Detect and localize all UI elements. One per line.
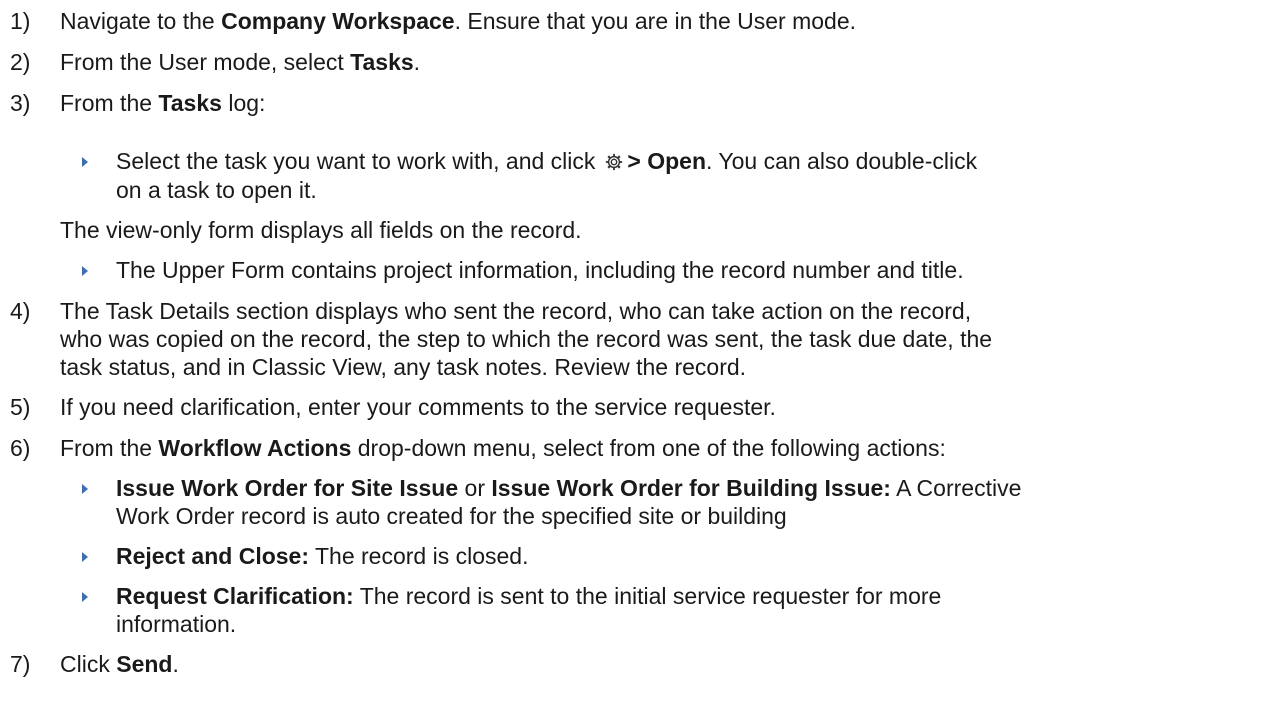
step-text: task status, and in Classic View, any ta… xyxy=(60,354,747,380)
step-text: Navigate to the Company Workspace. Ensur… xyxy=(60,7,856,35)
step-text: The Task Details section displays who se… xyxy=(60,298,972,324)
step-number: 1) xyxy=(10,8,31,34)
step-text: From the Tasks log: xyxy=(60,89,265,117)
text-run: log: xyxy=(221,90,266,116)
step-text: who was copied on the record, the step t… xyxy=(60,326,993,352)
bullet-text: Issue Work Order for Site Issue or Issue… xyxy=(116,474,1021,502)
bullet-text: Request Clarification: The record is sen… xyxy=(116,582,941,610)
text-run: The record is sent to the initial servic… xyxy=(353,583,942,609)
action-name: Request Clarification: xyxy=(116,583,354,609)
gear-icon xyxy=(606,153,623,171)
step-text: Click Send. xyxy=(60,650,179,678)
step-text: If you need clarification, enter your co… xyxy=(60,394,776,420)
workflow-actions-label: Workflow Actions xyxy=(158,435,352,461)
text-run: or xyxy=(458,475,492,501)
text-run: The record is closed. xyxy=(309,543,529,569)
action-name: Issue Work Order for Site Issue xyxy=(116,475,459,501)
bullet-triangle-icon xyxy=(82,484,88,494)
text-run: . Ensure that you are in the User mode. xyxy=(454,8,857,34)
step-number: 2) xyxy=(10,49,31,75)
bullet-text: information. xyxy=(116,611,237,637)
send-label: Send xyxy=(116,651,173,677)
bullet-triangle-icon xyxy=(82,266,88,276)
step-text: From the User mode, select Tasks. xyxy=(60,48,420,76)
text-run: A Corrective xyxy=(890,475,1022,501)
step-number: 5) xyxy=(10,394,31,420)
bullet-text: Select the task you want to work with, a… xyxy=(116,147,977,175)
bullet-triangle-icon xyxy=(82,552,88,562)
text-run: . You can also double-click xyxy=(706,148,978,174)
text-run: . xyxy=(172,651,179,677)
text-run: drop-down menu, select from one of the f… xyxy=(351,435,946,461)
text-run: From the User mode, select xyxy=(60,49,351,75)
step-number: 4) xyxy=(10,298,31,324)
text-run: . xyxy=(413,49,421,75)
bullet-text: Work Order record is auto created for th… xyxy=(116,503,787,529)
text-run: Select the task you want to work with, a… xyxy=(116,148,596,174)
text-run: From the xyxy=(60,435,159,461)
text-run-bold: Tasks xyxy=(350,49,414,75)
bullet-text: Reject and Close: The record is closed. xyxy=(116,542,528,570)
text-run: From the xyxy=(60,90,159,116)
step-text: From the Workflow Actions drop-down menu… xyxy=(60,434,946,462)
bullet-triangle-icon xyxy=(82,592,88,602)
step-number: 7) xyxy=(10,651,31,677)
step-number: 6) xyxy=(10,435,31,461)
action-name: Issue Work Order for Building Issue: xyxy=(491,475,891,501)
bullet-text: on a task to open it. xyxy=(116,177,317,203)
open-menu-path: > Open xyxy=(627,148,706,174)
text-run: Navigate to the xyxy=(60,8,222,34)
bullet-text: The Upper Form contains project informat… xyxy=(116,257,964,283)
text-run-bold: Company Workspace xyxy=(221,8,455,34)
step-number: 3) xyxy=(10,90,31,116)
text-run-bold: Tasks xyxy=(158,90,222,116)
procedure-document: 1) Navigate to the Company Workspace. En… xyxy=(0,0,1271,715)
bullet-triangle-icon xyxy=(82,157,88,167)
paragraph-text: The view-only form displays all fields o… xyxy=(60,217,582,243)
text-run: Click xyxy=(60,651,117,677)
action-name: Reject and Close: xyxy=(116,543,309,569)
